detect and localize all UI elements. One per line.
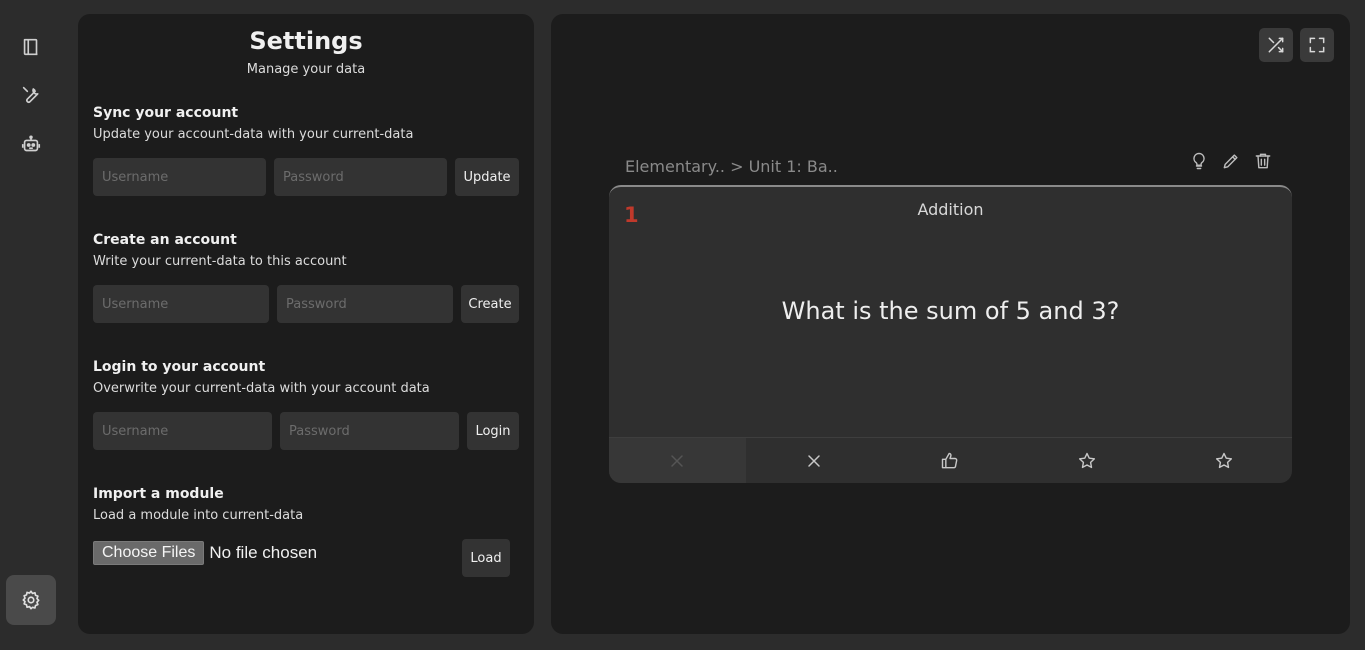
lightbulb-icon [1193, 152, 1205, 170]
sync-title: Sync your account [93, 105, 239, 121]
create-button[interactable]: Create [461, 285, 519, 323]
book-icon [23, 38, 38, 56]
hint-button[interactable] [1188, 150, 1210, 172]
star-button-1[interactable] [1019, 438, 1156, 483]
settings-panel: Settings Manage your data Sync your acco… [78, 14, 534, 634]
star-icon [1079, 452, 1096, 468]
file-status: No file chosen [209, 542, 318, 562]
trash-icon [1255, 153, 1271, 169]
good-button[interactable] [882, 438, 1019, 483]
load-button[interactable]: Load [462, 539, 510, 577]
star-icon [1215, 452, 1232, 468]
nav-item-book[interactable] [8, 24, 54, 70]
nav-item-settings[interactable] [6, 575, 56, 625]
sync-section: Sync your account Update your account-da… [93, 105, 519, 196]
card-actions [609, 437, 1292, 483]
login-username-input[interactable] [93, 412, 272, 450]
create-form: Create [93, 285, 519, 323]
create-username-input[interactable] [93, 285, 269, 323]
page-subtitle: Manage your data [246, 62, 366, 77]
shuffle-button[interactable] [1259, 28, 1293, 62]
login-password-input[interactable] [280, 412, 459, 450]
card-question: What is the sum of 5 and 3? [781, 297, 1120, 325]
page-title: Settings [249, 27, 363, 55]
import-title: Import a module [93, 486, 224, 502]
close-icon [671, 454, 684, 467]
create-password-input[interactable] [277, 285, 453, 323]
update-button[interactable]: Update [455, 158, 519, 196]
sync-form: Update [93, 158, 519, 196]
import-section: Import a module Load a module into curre… [93, 486, 519, 577]
login-button[interactable]: Login [467, 412, 519, 450]
wrong-button[interactable] [746, 438, 883, 483]
fullscreen-icon [1309, 37, 1325, 53]
robot-icon [21, 135, 41, 152]
wrench-icon [22, 86, 39, 103]
login-section: Login to your account Overwrite your cur… [93, 359, 519, 450]
gear-icon [22, 590, 40, 610]
file-picker: Choose Files No file chosen [93, 540, 317, 565]
nav-item-tools[interactable] [8, 72, 54, 118]
card-title: Addition [917, 200, 984, 219]
login-description: Overwrite your current-data with your ac… [93, 381, 430, 396]
shuffle-icon [1268, 37, 1284, 53]
edit-button[interactable] [1220, 150, 1242, 172]
nav-rail [0, 0, 62, 650]
close-icon [808, 454, 820, 467]
create-section: Create an account Write your current-dat… [93, 232, 519, 323]
flashcard[interactable]: 1 Addition What is the sum of 5 and 3? [609, 185, 1292, 483]
nav-item-robot[interactable] [8, 122, 54, 168]
sync-password-input[interactable] [274, 158, 447, 196]
create-description: Write your current-data to this account [93, 254, 347, 269]
sync-description: Update your account-data with your curre… [93, 127, 414, 142]
sync-username-input[interactable] [93, 158, 266, 196]
login-title: Login to your account [93, 359, 266, 375]
star-button-2[interactable] [1155, 438, 1292, 483]
flashcard-viewer: Elementary.. > Unit 1: Ba.. 1 Addition W… [551, 14, 1350, 634]
pencil-icon [1223, 154, 1238, 169]
import-description: Load a module into current-data [93, 508, 304, 523]
dismiss-disabled-button[interactable] [609, 438, 746, 483]
breadcrumb[interactable]: Elementary.. > Unit 1: Ba.. [625, 157, 838, 176]
login-form: Login [93, 412, 519, 450]
card-tools [1178, 150, 1274, 172]
delete-button[interactable] [1252, 150, 1274, 172]
choose-files-button[interactable]: Choose Files [93, 540, 205, 565]
create-title: Create an account [93, 232, 237, 248]
fullscreen-button[interactable] [1300, 28, 1334, 62]
thumbs-up-icon [942, 452, 958, 468]
